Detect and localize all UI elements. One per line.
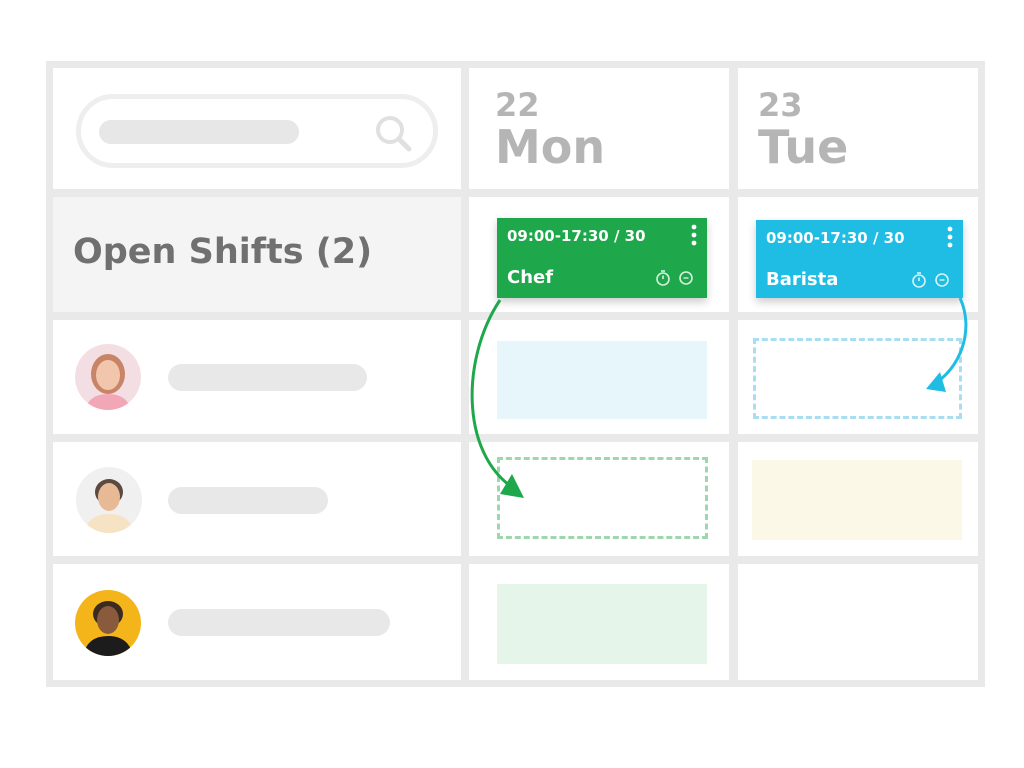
employee-name-1 [168,364,367,391]
drop-target-barista[interactable] [753,338,962,419]
employee-avatar-2[interactable] [76,467,142,533]
shift-slot-green[interactable] [497,584,707,664]
person-avatar-icon [85,354,131,410]
shift-card-chef[interactable]: 09:00-17:30 / 30 Chef [497,218,707,298]
shift-slot-yellow[interactable] [752,460,962,540]
drop-target-chef[interactable] [497,457,708,539]
shift-status-icons [912,272,949,288]
shift-slot-blue[interactable] [497,341,707,419]
day-number-tue: 23 [758,86,803,124]
employee-name-2 [168,487,328,514]
employee-name-3 [168,609,390,636]
kebab-menu-icon[interactable] [947,226,953,248]
stopwatch-icon [656,270,670,286]
day-name-tue: Tue [758,120,849,174]
search-placeholder-bar [99,120,299,144]
stopwatch-icon [912,272,926,288]
employee-3-tue-cell[interactable] [738,564,978,680]
shift-time: 09:00-17:30 / 30 [507,227,646,245]
employee-avatar-3[interactable] [75,590,141,656]
open-shifts-label: Open Shifts (2) [73,232,373,272]
comment-icon [679,271,693,285]
kebab-menu-icon[interactable] [691,224,697,246]
search-icon[interactable] [371,111,415,155]
employee-avatar-1[interactable] [75,344,141,410]
shift-status-icons [656,270,693,286]
shift-card-barista[interactable]: 09:00-17:30 / 30 Barista [756,220,963,298]
search-input[interactable] [76,94,438,168]
day-number-mon: 22 [495,86,540,124]
shift-role: Chef [507,267,554,288]
person-avatar-icon [84,479,134,533]
day-name-mon: Mon [495,120,606,174]
person-avatar-icon [83,601,133,656]
comment-icon [935,273,949,287]
shift-role: Barista [766,269,839,290]
shift-time: 09:00-17:30 / 30 [766,229,905,247]
